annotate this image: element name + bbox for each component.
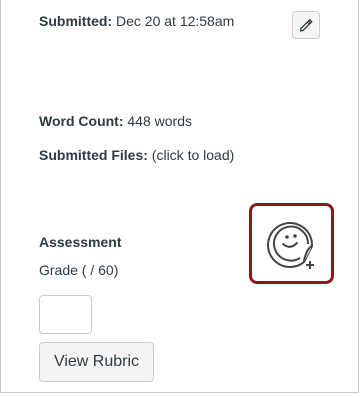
submitted-files-label: Submitted Files: bbox=[39, 147, 148, 163]
load-files-link[interactable]: (click to load) bbox=[152, 147, 234, 163]
add-sticker-button[interactable] bbox=[249, 203, 334, 284]
grade-label: Grade ( / 60) bbox=[39, 262, 119, 278]
submitted-date: Dec 20 at 12:58am bbox=[116, 13, 235, 29]
edit-submission-button[interactable] bbox=[292, 11, 320, 39]
word-count-row: Word Count: 448 words bbox=[39, 112, 192, 130]
grade-input[interactable] bbox=[39, 295, 92, 334]
pencil-icon bbox=[299, 19, 313, 32]
sticker-smiley-add-icon bbox=[266, 221, 314, 269]
view-rubric-button[interactable]: View Rubric bbox=[39, 342, 154, 382]
submitted-row: Submitted: Dec 20 at 12:58am bbox=[39, 12, 234, 30]
word-count-label: Word Count: bbox=[39, 113, 124, 129]
submitted-files-row: Submitted Files: (click to load) bbox=[39, 146, 234, 164]
assessment-heading: Assessment bbox=[39, 234, 122, 250]
submission-details-panel: Submitted: Dec 20 at 12:58am Word Count:… bbox=[0, 0, 359, 393]
submitted-label: Submitted: bbox=[39, 13, 113, 29]
word-count-value: 448 words bbox=[127, 113, 192, 129]
